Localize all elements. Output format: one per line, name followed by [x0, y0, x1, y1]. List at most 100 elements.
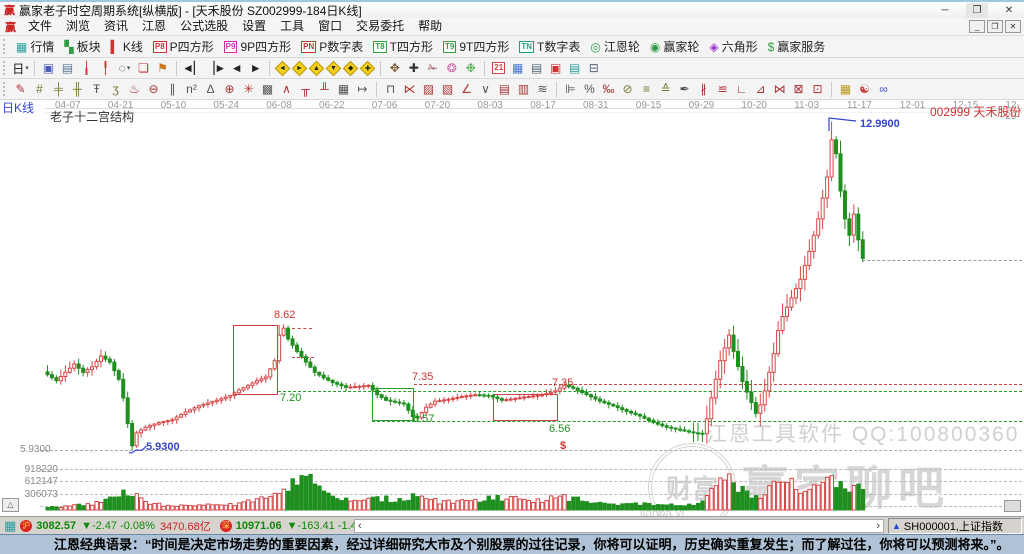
draw-icon-2-9[interactable]: ∟ [733, 81, 750, 98]
draw-icon-0-9[interactable]: n² [183, 81, 200, 98]
draw-icon-0-5[interactable]: ʒ [107, 81, 124, 98]
menu-item-0[interactable]: 文件 [21, 18, 59, 35]
draw-icon-0-4[interactable]: Ŧ [88, 81, 105, 98]
toolbar-button-江恩轮[interactable]: ◎江恩轮 [585, 36, 645, 57]
draw-icon-0-16[interactable]: ╨ [316, 81, 333, 98]
draw-icon-0-18[interactable]: ↦ [354, 81, 371, 98]
draw-icon-1-7[interactable]: ▥ [515, 81, 532, 98]
nav-diamond-icon-0[interactable]: ◄ [275, 60, 291, 76]
menu-item-5[interactable]: 设置 [235, 18, 273, 35]
nav-icon-1-6[interactable]: ⚑ [154, 60, 171, 77]
draw-icon-0-10[interactable]: ∆ [202, 81, 219, 98]
restore-button[interactable]: ❐ [966, 3, 988, 18]
draw-icon-1-6[interactable]: ▤ [496, 81, 513, 98]
draw-icon-0-12[interactable]: ✳ [240, 81, 257, 98]
menu-item-3[interactable]: 江恩 [135, 18, 173, 35]
market-grid-icon[interactable]: ▦ [4, 518, 16, 534]
draw-icon-2-0[interactable]: ⊫ [562, 81, 579, 98]
index-selector[interactable]: ▲ SH000001,上证指数 [888, 518, 1022, 534]
draw-icon-0-17[interactable]: ▦ [335, 81, 352, 98]
toolbar-button-行情[interactable]: ▦行情 [11, 36, 59, 57]
nav-icon-1-4[interactable]: ◌▾ [116, 60, 133, 77]
draw-icon-3-2[interactable]: ∞ [875, 81, 892, 98]
toolbar-button-P数字表[interactable]: PNP数字表 [296, 36, 368, 57]
draw-icon-0-11[interactable]: ⊕ [221, 81, 238, 98]
draw-icon-2-10[interactable]: ⊿ [752, 81, 769, 98]
nav-icon-1-1[interactable]: ▤ [59, 60, 76, 77]
draw-icon-1-5[interactable]: ∨ [477, 81, 494, 98]
draw-icon-1-3[interactable]: ▧ [439, 81, 456, 98]
nav-icon-2-1[interactable]: ▕► [205, 60, 226, 77]
draw-icon-1-2[interactable]: ▨ [420, 81, 437, 98]
draw-icon-0-6[interactable]: ♨ [126, 81, 143, 98]
close-button[interactable]: ✕ [998, 3, 1020, 18]
draw-icon-3-0[interactable]: ▦ [837, 81, 854, 98]
draw-icon-0-14[interactable]: ∧ [278, 81, 295, 98]
draw-icon-2-1[interactable]: % [581, 81, 598, 98]
draw-icon-2-8[interactable]: ≌ [714, 81, 731, 98]
menu-item-9[interactable]: 帮助 [411, 18, 449, 35]
draw-icon-0-13[interactable]: ▩ [259, 81, 276, 98]
nav-icon-4-2[interactable]: ✁ [424, 60, 441, 77]
draw-icon-1-8[interactable]: ≋ [534, 81, 551, 98]
nav-diamond-icon-3[interactable]: ▼ [326, 60, 342, 76]
nav-icon-1-0[interactable]: ▣ [40, 60, 57, 77]
toolbar-button-9P四方形[interactable]: P99P四方形 [219, 36, 296, 57]
toolbar-button-板块[interactable]: ▚板块 [59, 36, 105, 57]
toolbar-button-9T四方形[interactable]: T99T四方形 [438, 36, 514, 57]
menu-item-4[interactable]: 公式选股 [173, 18, 235, 35]
draw-icon-1-0[interactable]: ⊓ [382, 81, 399, 98]
menu-item-2[interactable]: 资讯 [97, 18, 135, 35]
draw-icon-3-1[interactable]: ☯ [856, 81, 873, 98]
draw-icon-0-15[interactable]: ╥ [297, 81, 314, 98]
nav-icon-2-0[interactable]: ◄▏ [182, 60, 203, 77]
toolbar-button-T数字表[interactable]: TNT数字表 [514, 36, 585, 57]
menu-item-8[interactable]: 交易委托 [349, 18, 411, 35]
mdi-restore-button[interactable]: ❐ [987, 20, 1003, 33]
chart-corner-button[interactable] [1004, 500, 1021, 512]
nav-diamond-icon-5[interactable]: ✚ [360, 60, 376, 76]
draw-icon-2-6[interactable]: ✒ [676, 81, 693, 98]
toolbar-button-赢家轮[interactable]: ◉赢家轮 [645, 36, 705, 57]
nav-icon-2-3[interactable]: ► [247, 60, 264, 77]
draw-icon-0-3[interactable]: ╫ [69, 81, 86, 98]
nav-icon-0-0[interactable]: 日▾ [12, 60, 29, 77]
toolbar-button-T四方形[interactable]: T8T四方形 [368, 36, 438, 57]
toolbar-button-六角形[interactable]: ◈六角形 [704, 36, 762, 57]
nav-icon-1-5[interactable]: ❏ [135, 60, 152, 77]
draw-icon-0-8[interactable]: ∥ [164, 81, 181, 98]
nav-diamond-icon-4[interactable]: ◆ [343, 60, 359, 76]
pane-toggle-button[interactable]: △ [2, 498, 19, 512]
toolbar-button-P四方形[interactable]: P8P四方形 [148, 36, 219, 57]
nav-icon-4-0[interactable]: ✥ [386, 60, 403, 77]
nav-icon-2-2[interactable]: ◄ [228, 60, 245, 77]
draw-icon-0-1[interactable]: # [31, 81, 48, 98]
draw-icon-2-5[interactable]: ≙ [657, 81, 674, 98]
draw-icon-2-13[interactable]: ⊡ [809, 81, 826, 98]
scroll-left-icon[interactable]: ‹ [355, 520, 365, 532]
toolbar-button-K线[interactable]: ▍K线 [106, 36, 148, 57]
draw-icon-0-0[interactable]: ✎ [12, 81, 29, 98]
draw-icon-2-11[interactable]: ⋈ [771, 81, 788, 98]
nav-icon-4-4[interactable]: ❉ [462, 60, 479, 77]
draw-icon-0-7[interactable]: ⊖ [145, 81, 162, 98]
draw-icon-2-7[interactable]: ∦ [695, 81, 712, 98]
draw-icon-2-4[interactable]: ≡ [638, 81, 655, 98]
nav-icon-4-3[interactable]: ❂ [443, 60, 460, 77]
nav-icon-1-3[interactable]: ╿ [97, 60, 114, 77]
nav-diamond-icon-1[interactable]: ► [292, 60, 308, 76]
nav-icon-5-4[interactable]: ▤ [566, 60, 583, 77]
horizontal-scrollbar[interactable]: ‹ › [354, 519, 884, 533]
draw-icon-2-12[interactable]: ⊠ [790, 81, 807, 98]
menu-item-7[interactable]: 窗口 [311, 18, 349, 35]
nav-icon-1-2[interactable]: ╽ [78, 60, 95, 77]
mdi-minimize-button[interactable]: _ [969, 20, 985, 33]
nav-icon-5-0[interactable]: 21 [490, 60, 507, 77]
menu-item-6[interactable]: 工具 [273, 18, 311, 35]
draw-icon-0-2[interactable]: ╪ [50, 81, 67, 98]
toolbar-button-赢家服务[interactable]: $赢家服务 [763, 36, 831, 57]
nav-icon-4-1[interactable]: ✚ [405, 60, 422, 77]
nav-icon-5-1[interactable]: ▦ [509, 60, 526, 77]
nav-icon-5-2[interactable]: ▤ [528, 60, 545, 77]
mdi-close-button[interactable]: ✕ [1005, 20, 1021, 33]
